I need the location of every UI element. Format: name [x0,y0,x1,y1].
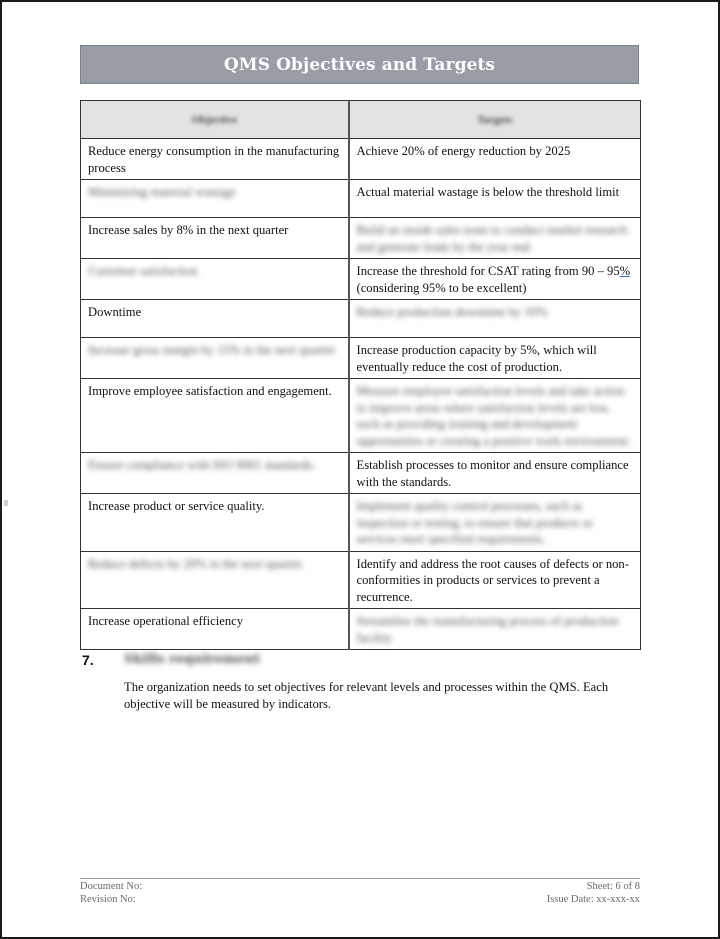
document-no-label: Document No: [80,881,143,892]
target-cell: Achieve 20% of energy reduction by 2025 [347,138,641,180]
table-header-row: Objective Targets [80,100,641,139]
section-number: 7. [82,652,94,668]
objective-cell: Customer satisfaction [80,258,349,300]
table-row: Reduce energy consumption in the manufac… [80,138,641,180]
target-cell: Streamline the manufacturing process of … [347,608,641,650]
target-cell: Actual material wastage is below the thr… [347,179,641,218]
page-title: QMS Objectives and Targets [80,45,639,84]
objective-cell: Increase product or service quality. [80,493,349,552]
target-text: Establish processes to monitor and ensur… [356,458,629,489]
header-targets: Targets [347,100,641,139]
section-body: The organization needs to set objectives… [124,680,609,711]
target-text: Achieve 20% of energy reduction by 2025 [356,144,571,158]
target-cell: Measure employee satisfaction levels and… [347,378,641,453]
page-edge-marker [4,500,8,506]
objective-cell: Reduce defects by 20% in the next quarte… [80,550,349,609]
target-text: Increase production capacity by 5%, whic… [356,343,597,374]
target-cell: Establish processes to monitor and ensur… [347,452,641,494]
objective-cell: Minimizing material wastage [80,179,349,218]
table-row: Increase operational efficiency Streamlin… [80,608,641,650]
target-text: Increase the threshold for CSAT rating f… [356,264,620,278]
objective-text: Increase gross margin by 15% in the next… [88,343,336,357]
objective-text: Increase sales by 8% in the next quarter [88,223,289,237]
target-cell: Identify and address the root causes of … [347,550,641,609]
target-cell: Increase production capacity by 5%, whic… [347,337,641,379]
objective-text: Minimizing material wastage [88,185,236,199]
target-cell: Implement quality control processes, suc… [347,493,641,552]
objective-cell: Increase gross margin by 15% in the next… [80,337,349,379]
table-row: Minimizing material wastage Actual materi… [80,179,641,218]
objective-cell: Reduce energy consumption in the manufac… [80,138,349,180]
revision-no-label: Revision No: [80,893,136,905]
objective-text: Downtime [88,305,142,319]
issue-date: Issue Date: xx-xxx-xx [546,893,640,905]
section-title: Skills requirement [124,652,261,667]
objective-text: Reduce defects by 20% in the next quarte… [88,556,305,571]
objectives-table: Objective Targets Reduce energy consumpt… [80,100,641,650]
objective-cell: Downtime [80,299,349,338]
table-row: Increase gross margin by 15% in the next… [80,337,641,379]
table-row: Increase product or service quality. Impl… [80,493,641,552]
target-text: Build an inside sales team to conduct ma… [356,223,628,254]
page-footer: Document No: Revision No: Sheet: 6 of 8 … [80,878,640,905]
sheet-number: Sheet: 6 of 8 [586,881,640,892]
header-objective: Objective [80,100,349,139]
objective-cell: Improve employee satisfaction and engage… [80,378,349,453]
objective-text: Increase operational efficiency [88,614,243,628]
target-text: Identify and address the root causes of … [356,556,629,604]
objective-cell: Increase operational efficiency [80,608,349,650]
target-text: Measure employee satisfaction levels and… [356,384,632,448]
target-text: Actual material wastage is below the thr… [356,185,620,199]
objective-text: Improve employee satisfaction and engage… [88,384,332,398]
target-cell: Reduce production downtime by 10% [347,299,641,338]
objective-cell: Increase sales by 8% in the next quarter [80,217,349,259]
objective-text: Increase product or service quality. [88,499,265,513]
objective-cell: Ensure compliance with ISO 9001 standard… [80,452,349,494]
document-page: QMS Objectives and Targets Objective Tar… [0,0,720,939]
target-text: Reduce production downtime by 10% [356,305,548,319]
table-row: Increase sales by 8% in the next quarter… [80,217,641,259]
target-text-cont: (considering 95% to be excellent) [356,280,527,295]
objective-text: Reduce energy consumption in the manufac… [88,144,340,175]
table-row: Ensure compliance with ISO 9001 standard… [80,452,641,494]
target-text: Streamline the manufacturing process of … [356,614,619,645]
objective-text: Ensure compliance with ISO 9001 standard… [88,458,316,472]
table-row: Customer satisfaction Increase the thresh… [80,258,641,300]
target-text: Implement quality control processes, suc… [356,499,593,546]
table-row: Downtime Reduce production downtime by 10… [80,299,641,338]
target-cell: Increase the threshold for CSAT rating f… [347,258,641,300]
table-row: Reduce defects by 20% in the next quarte… [80,550,641,609]
objective-text: Customer satisfaction [88,264,198,278]
target-cell: Build an inside sales team to conduct ma… [347,217,641,259]
spellcheck-underline: % [619,264,631,278]
table-row: Improve employee satisfaction and engage… [80,378,641,453]
